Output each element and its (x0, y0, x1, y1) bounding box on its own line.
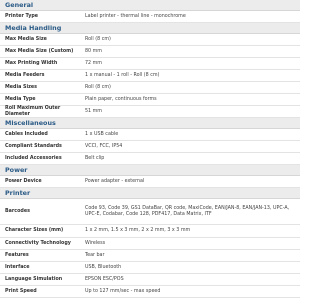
spec-label: Included Accessories (5, 155, 62, 161)
spec-value: Wireless (85, 240, 106, 246)
spec-row: Print Speed Up to 127 mm/sec - max speed (0, 286, 300, 298)
spec-label: Roll Maximum Outer Diameter (5, 105, 61, 117)
section-header-miscellaneous: Miscellaneous (0, 118, 300, 129)
spec-row: Compliant Standards VCCI, FCC, IP54 (0, 141, 300, 153)
spec-label: Media Type (5, 96, 36, 102)
section-header-printer: Printer (0, 188, 300, 199)
spec-row: Barcodes Code 93, Code 39, GS1 DataBar, … (0, 199, 300, 225)
spec-label: Cables Included (5, 131, 48, 137)
spec-row: Max Printing Width 72 mm (0, 58, 300, 70)
spec-row: Max Media Size Roll (8 cm) (0, 34, 300, 46)
spec-label: Barcodes (5, 208, 30, 214)
spec-row: Cables Included 1 x USB cable (0, 129, 300, 141)
spec-label: Character Sizes (mm) (5, 228, 64, 234)
spec-label: Print Speed (5, 288, 37, 294)
spec-row: Media Type Plain paper, continuous forms (0, 94, 300, 106)
spec-label: Max Printing Width (5, 60, 58, 66)
spec-row: Max Media Size (Custom) 80 mm (0, 46, 300, 58)
spec-value: Label printer - thermal line - monochrom… (85, 13, 186, 19)
spec-value: 51 mm (85, 108, 102, 114)
spec-value: Belt clip (85, 155, 105, 161)
spec-value: 1 x 2 mm, 1.5 x 3 mm, 2 x 2 mm, 3 x 3 mm (85, 228, 191, 234)
spec-label: Interface (5, 264, 30, 270)
spec-row: Language Simulation EPSON ESC/POS (0, 274, 300, 286)
spec-row: Included Accessories Belt clip (0, 153, 300, 165)
spec-value: Tear bar (85, 252, 105, 258)
spec-row: Roll Maximum Outer Diameter 51 mm (0, 106, 300, 118)
spec-value: Up to 127 mm/sec - max speed (85, 288, 161, 294)
spec-row: Media Sizes Roll (8 cm) (0, 82, 300, 94)
spec-row: Power Device Power adapter - external (0, 176, 300, 188)
spec-label: Printer Type (5, 13, 39, 19)
spec-label: Power Device (5, 178, 42, 184)
spec-value: Power adapter - external (85, 178, 145, 184)
spec-value: Code 93, Code 39, GS1 DataBar, QR code, … (85, 205, 290, 217)
spec-label: Max Media Size (5, 36, 47, 42)
spec-row: Media Feeders 1 x manual - 1 roll - Roll… (0, 70, 300, 82)
spec-row: Printer Type Label printer - thermal lin… (0, 11, 300, 23)
spec-table: General Printer Type Label printer - the… (0, 0, 300, 298)
spec-label: Max Media Size (Custom) (5, 48, 74, 54)
spec-label: Features (5, 252, 29, 258)
spec-row: Interface USB, Bluetooth (0, 262, 300, 274)
spec-label: Language Simulation (5, 276, 63, 282)
spec-row: Features Tear bar (0, 250, 300, 262)
spec-value: 72 mm (85, 60, 102, 66)
spec-label: Connectivity Technology (5, 240, 71, 246)
spec-row: Connectivity Technology Wireless (0, 238, 300, 250)
spec-value: USB, Bluetooth (85, 264, 122, 270)
spec-row: Character Sizes (mm) 1 x 2 mm, 1.5 x 3 m… (0, 225, 300, 238)
spec-value: Plain paper, continuous forms (85, 96, 157, 102)
section-header-media-handling: Media Handling (0, 23, 300, 34)
spec-value: VCCI, FCC, IP54 (85, 143, 123, 149)
spec-value: EPSON ESC/POS (85, 276, 124, 282)
section-header-general: General (0, 0, 300, 11)
spec-value: Roll (8 cm) (85, 84, 111, 90)
spec-value: 1 x USB cable (85, 131, 119, 137)
spec-value: 1 x manual - 1 roll - Roll (8 cm) (85, 72, 160, 78)
spec-label: Media Feeders (5, 72, 45, 78)
spec-label: Compliant Standards (5, 143, 62, 149)
spec-value: Roll (8 cm) (85, 36, 111, 42)
section-header-power: Power (0, 165, 300, 176)
spec-label: Media Sizes (5, 84, 38, 90)
spec-value: 80 mm (85, 48, 102, 54)
